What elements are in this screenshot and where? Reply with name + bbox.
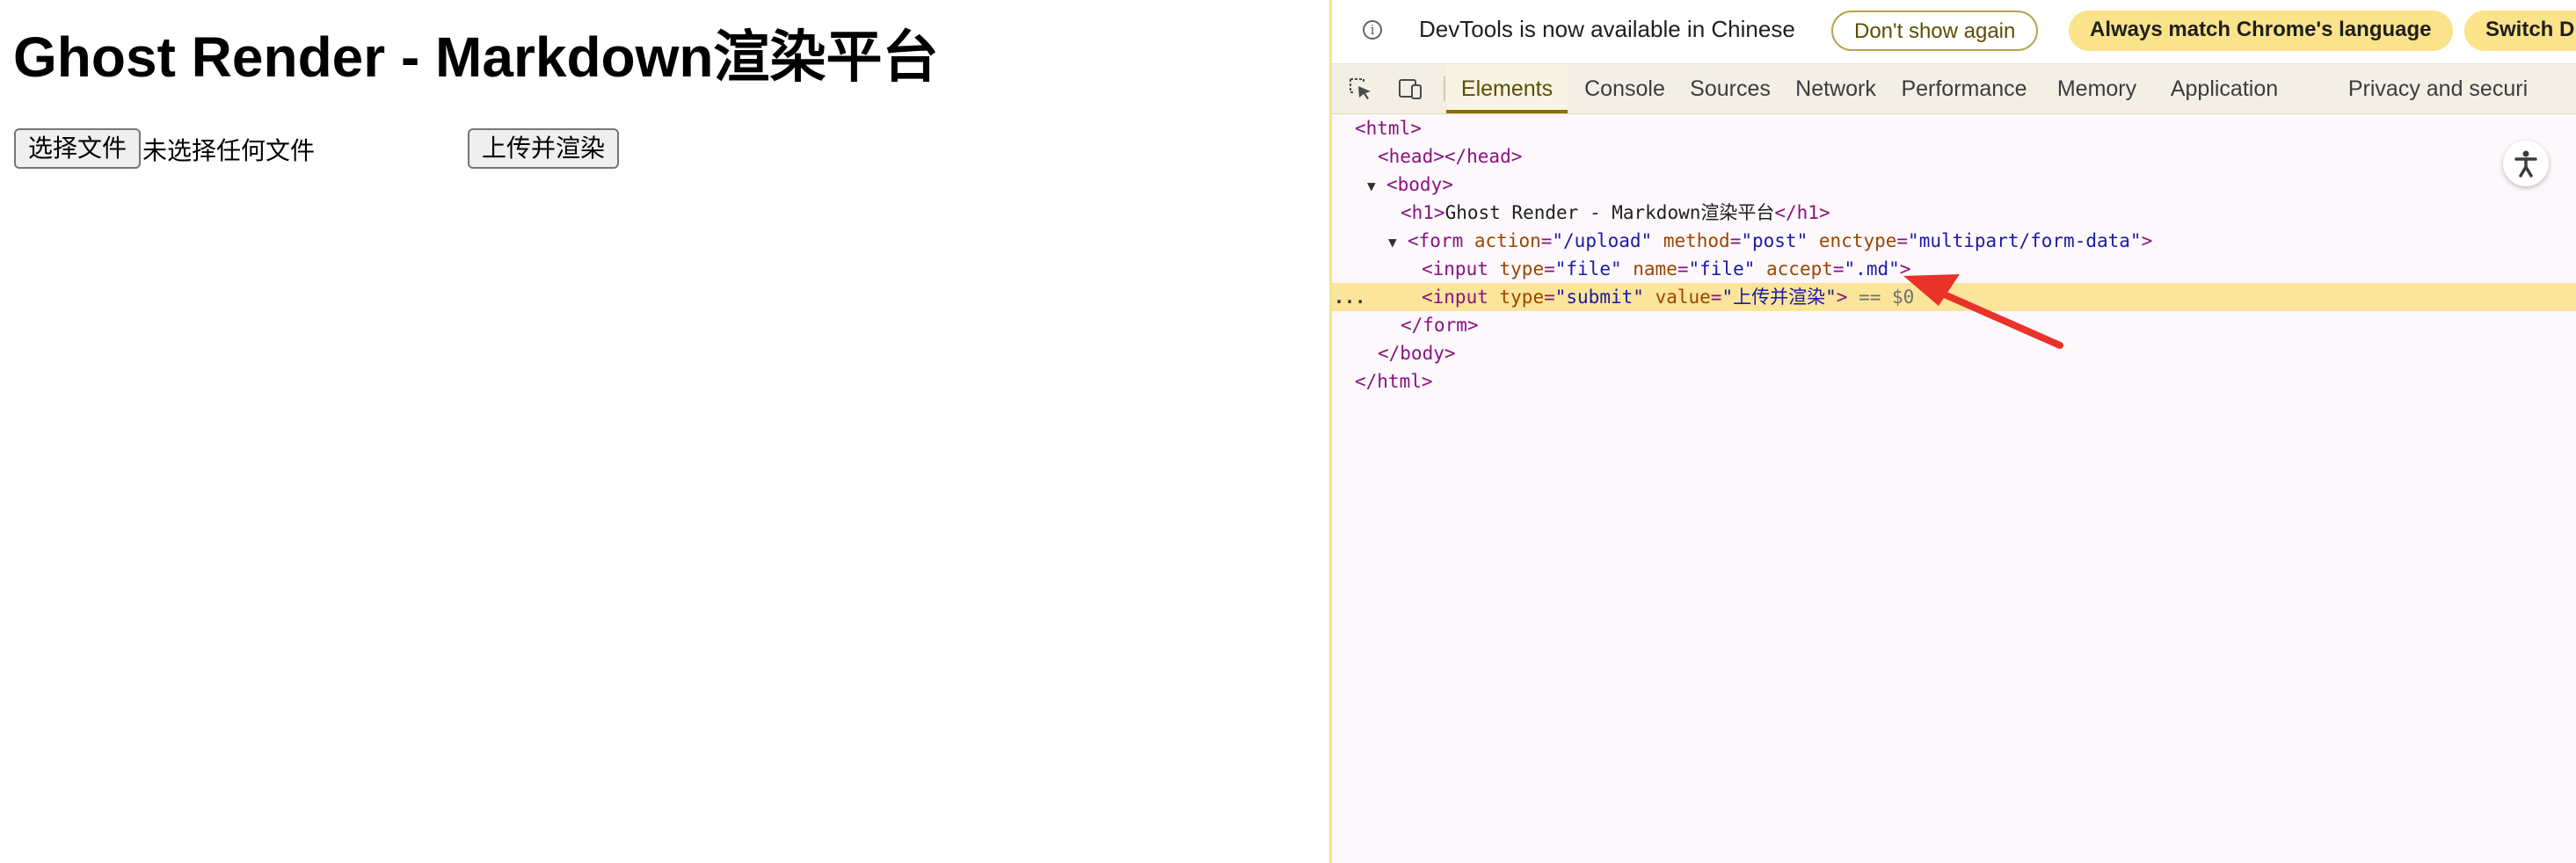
tab-memory[interactable]: Memory [2044,64,2150,113]
tag-input: <input [1422,258,1488,279]
tab-network[interactable]: Network [1789,64,1882,113]
accessibility-icon [2514,150,2537,178]
attr-name-type: type [1499,286,1545,308]
tab-sources[interactable]: Sources [1680,64,1780,113]
page-title: Ghost Render - Markdown渲染平台 [13,25,939,89]
info-icon: i [1363,20,1382,40]
attr-name-value: value [1655,286,1711,308]
dom-node-body-close[interactable]: </body> [1332,339,2576,367]
tab-performance[interactable]: Performance [1891,64,2037,113]
tag-html-close: </html> [1355,371,1433,392]
tag-end: > [1899,258,1911,279]
tag-form-open: <form [1408,230,1464,251]
dom-node-html[interactable]: <html> [1332,114,2576,142]
attr-name-accept: accept [1766,258,1833,279]
device-toolbar-icon[interactable] [1397,76,1423,101]
tag-html-open: <html> [1355,118,1422,139]
dom-node-form[interactable]: ▼ <form action="/upload" method="post" en… [1332,227,2576,255]
dom-node-input-file[interactable]: <input type="file" name="file" accept=".… [1332,255,2576,283]
tag-h1-open: <h1> [1401,202,1445,223]
dont-show-again-button[interactable]: Don't show again [1831,11,2039,51]
always-match-language-button[interactable]: Always match Chrome's language [2069,11,2453,51]
selected-node-marker: == $0 [1859,286,1915,308]
attr-value-type: "file" [1554,258,1622,279]
tag-form-close: </form> [1401,315,1479,336]
dom-node-form-close[interactable]: </form> [1332,311,2576,339]
h1-text: Ghost Render - Markdown渲染平台 [1444,202,1775,223]
tag-input: <input [1422,286,1488,308]
tag-end: > [2141,230,2153,251]
dom-node-body[interactable]: ▼ <body> [1332,170,2576,199]
devtools-panel: i DevTools is now available in Chinese D… [1329,0,2576,863]
dom-node-head[interactable]: <head></head> [1332,142,2576,170]
choose-file-button[interactable]: 选择文件 [14,128,142,169]
dom-node-html-close[interactable]: </html> [1332,367,2576,395]
attr-name-method: method [1663,230,1730,251]
tab-separator [1444,76,1445,101]
language-infobar: i DevTools is now available in Chinese D… [1332,0,2576,64]
expand-triangle-icon[interactable]: ▼ [1388,228,1408,257]
attr-value-accept: ".md" [1844,258,1900,279]
attr-name-name: name [1633,258,1677,279]
inspect-element-icon[interactable] [1348,76,1374,101]
tag-end: > [1836,286,1848,308]
infobar-message: DevTools is now available in Chinese [1419,16,1795,42]
attr-value-action: "/upload" [1552,230,1653,251]
dom-node-h1[interactable]: <h1>Ghost Render - Markdown渲染平台</h1> [1332,199,2576,227]
tag-h1-close: </h1> [1774,202,1830,223]
no-file-chosen-text: 未选择任何文件 [142,136,316,165]
more-options-icon[interactable]: ... [1334,283,1365,311]
accessibility-tree-button[interactable] [2503,141,2549,186]
attr-name-type: type [1499,258,1545,279]
attr-value-enctype: "multipart/form-data" [1908,230,2142,251]
attr-name-enctype: enctype [1818,230,1897,251]
dom-node-input-submit-selected[interactable]: ... <input type="submit" value="上传并渲染"> … [1332,283,2576,311]
tag-head: <head></head> [1378,146,1523,167]
tab-privacy-and-securi[interactable]: Privacy and securi [2297,64,2576,113]
upload-render-button[interactable]: 上传并渲染 [468,128,620,169]
attr-value-method: "post" [1741,230,1808,251]
switch-language-button[interactable]: Switch D [2464,11,2576,51]
tab-elements[interactable]: Elements [1446,64,1568,113]
tab-console[interactable]: Console [1576,64,1673,113]
attr-value-name: "file" [1688,258,1756,279]
attr-name-action: action [1474,230,1541,251]
attr-value-value: "上传并渲染" [1721,286,1837,308]
rendered-page: Ghost Render - Markdown渲染平台 选择文件 未选择任何文件… [0,0,1329,863]
devtools-tabbar: Elements Console Sources Network Performance… [1332,64,2576,114]
tab-application[interactable]: Application [2158,64,2290,113]
tag-body-open: <body> [1386,174,1453,195]
tag-body-close: </body> [1378,343,1456,364]
expand-triangle-icon[interactable]: ▼ [1367,172,1386,200]
attr-value-type: "submit" [1554,286,1644,308]
